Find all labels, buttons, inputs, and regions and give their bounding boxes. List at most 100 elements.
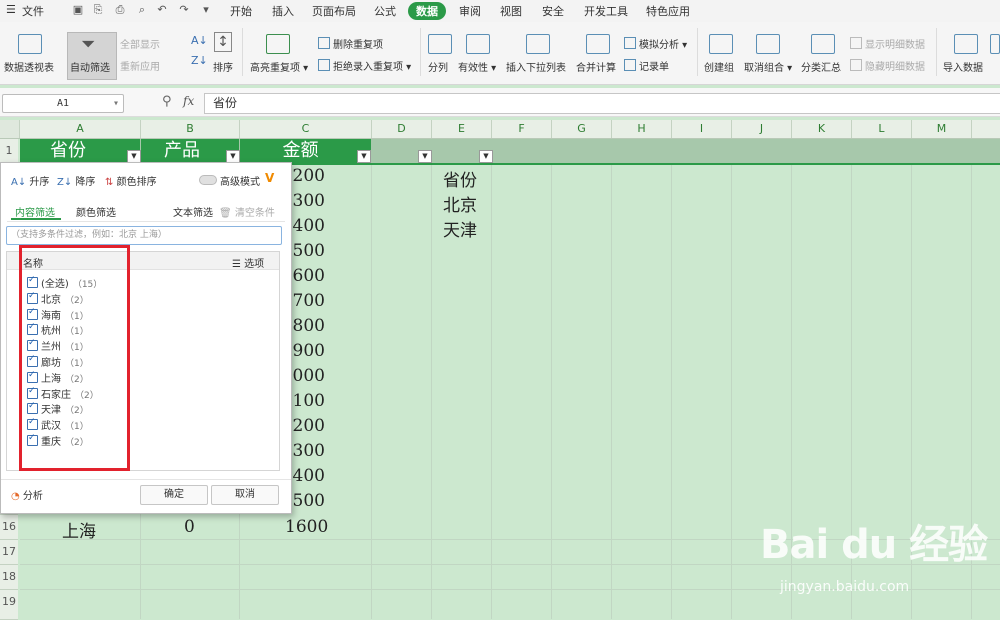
col-header-i[interactable]: I [672,120,732,138]
sort-asc-button[interactable]: A↓ 升序 [11,173,49,188]
cell-e4[interactable]: 天津 [443,216,477,241]
customize-qa-icon[interactable]: ▾ [200,4,212,16]
fx-icon[interactable]: fx [183,94,194,108]
more-icon[interactable] [990,34,1000,54]
delete-dup-button[interactable]: 删除重复项 [318,36,383,51]
tab-data[interactable]: 数据 [408,2,446,20]
pivot-table-button[interactable]: 数据透视表 [4,59,54,74]
text-filter-button[interactable]: 文本筛选 [173,204,213,219]
format-painter-icon[interactable]: ⎘ [92,4,104,16]
col-header-l[interactable]: L [852,120,912,138]
col-header-c[interactable]: C [240,120,372,138]
amount-cell[interactable]: 900 [293,341,325,361]
tab-review[interactable]: 审阅 [459,3,481,19]
col-header-k[interactable]: K [792,120,852,138]
tab-formula[interactable]: 公式 [374,3,396,19]
cell-b1[interactable]: 产品 [141,139,239,163]
sort-button[interactable]: 排序 [213,59,233,74]
clear-conditions-button[interactable]: 🗑 清空条件 [219,204,275,219]
gridline [431,164,432,619]
filter-dropdown-e[interactable]: ▼ [479,150,493,163]
sort-asc-icon[interactable]: A↓ [191,34,208,47]
advanced-toggle[interactable] [199,175,217,185]
filter-search-input[interactable]: （支持多条件过滤，例如：北京 上海） [6,226,282,245]
tab-start[interactable]: 开始 [230,3,252,19]
cell-c1[interactable]: 金额 [240,139,371,163]
name-box[interactable]: A1 ▾ [2,94,124,113]
tab-developer[interactable]: 开发工具 [584,3,628,19]
save-icon[interactable]: ▣ [72,4,84,16]
print-preview-icon[interactable]: ⌕ [136,4,148,16]
col-header-f[interactable]: F [492,120,552,138]
undo-icon[interactable]: ↶ [156,4,168,16]
cell-c16[interactable]: 1600 [285,517,328,537]
amount-cell[interactable]: 600 [293,266,325,286]
redo-icon[interactable]: ↷ [178,4,190,16]
formula-input[interactable]: 省份 [204,93,1000,114]
col-header-e[interactable]: E [432,120,492,138]
row-header-17[interactable]: 17 [0,540,18,565]
import-data-button[interactable]: 导入数据 [943,59,983,74]
print-icon[interactable]: ⎙ [114,4,126,16]
color-sort-button[interactable]: ⇅ 颜色排序 [105,173,157,188]
row-header-16[interactable]: 16 [0,515,18,540]
reapply-button[interactable]: 重新应用 [120,58,160,73]
consolidate-button[interactable]: 合并计算 [576,59,616,74]
split-column-button[interactable]: 分列 [428,59,448,74]
subtotal-button[interactable]: 分类汇总 [801,59,841,74]
show-detail-button[interactable]: 显示明细数据 [850,36,925,51]
funnel-icon: ⏷ [81,34,96,55]
cell-e3[interactable]: 北京 [443,191,477,216]
amount-cell[interactable]: 800 [293,316,325,336]
ok-button[interactable]: 确定 [140,485,208,505]
list-icon: ☰ [232,259,241,270]
col-header-b[interactable]: B [141,120,240,138]
amount-cell[interactable]: 200 [293,166,325,186]
simulate-button[interactable]: 模拟分析 ▾ [624,36,687,51]
row-header-1[interactable]: 1 [0,139,18,164]
zoom-icon[interactable]: ⚲ [162,94,172,109]
record-button[interactable]: 记录单 [624,58,669,73]
sort-desc-button[interactable]: Z↓ 降序 [57,173,95,188]
amount-cell[interactable]: 400 [293,216,325,236]
tab-insert[interactable]: 插入 [272,3,294,19]
col-header-h[interactable]: H [612,120,672,138]
insert-dropdown-button[interactable]: 插入下拉列表 [506,59,566,74]
col-header-g[interactable]: G [552,120,612,138]
cell-a16[interactable]: 上海 [62,517,96,542]
sort-desc-icon[interactable]: Z↓ [191,54,208,67]
cancel-button[interactable]: 取消 [211,485,279,505]
analyze-button[interactable]: ◔ 分析 [11,487,43,502]
cell-b16[interactable]: 0 [184,517,195,537]
cell-e2[interactable]: 省份 [443,166,477,191]
hamburger-icon[interactable]: ☰ [6,3,16,16]
hide-detail-button[interactable]: 隐藏明细数据 [850,58,925,73]
filter-dropdown-c[interactable]: ▼ [357,150,371,163]
validity-button[interactable]: 有效性 ▾ [458,59,496,74]
tab-content-filter[interactable]: 内容筛选 [15,204,55,219]
col-header-m[interactable]: M [912,120,972,138]
highlight-dup-button[interactable]: 高亮重复项 ▾ [250,59,308,74]
amount-cell[interactable]: 700 [293,291,325,311]
col-header-d[interactable]: D [372,120,432,138]
col-header-j[interactable]: J [732,120,792,138]
tab-security[interactable]: 安全 [542,3,564,19]
file-menu[interactable]: 文件 [22,3,44,19]
cell-a1[interactable]: 省份 [20,139,140,163]
ungroup-button[interactable]: 取消组合 ▾ [744,59,792,74]
reject-dup-button[interactable]: 拒绝录入重复项 ▾ [318,58,411,73]
col-header-a[interactable]: A [20,120,141,138]
amount-cell[interactable]: 300 [293,191,325,211]
options-button[interactable]: ☰ 选项 [232,255,264,270]
create-group-button[interactable]: 创建组 [704,59,734,74]
row-header-19[interactable]: 19 [0,590,18,620]
tab-page-layout[interactable]: 页面布局 [312,3,356,19]
tab-color-filter[interactable]: 颜色筛选 [76,204,116,219]
show-all-button[interactable]: 全部显示 [120,36,160,51]
row-header-18[interactable]: 18 [0,565,18,590]
filter-dropdown-d[interactable]: ▼ [418,150,432,163]
amount-cell[interactable]: 500 [293,241,325,261]
select-all-corner[interactable] [0,120,20,138]
tab-view[interactable]: 视图 [500,3,522,19]
tab-special[interactable]: 特色应用 [646,3,690,19]
